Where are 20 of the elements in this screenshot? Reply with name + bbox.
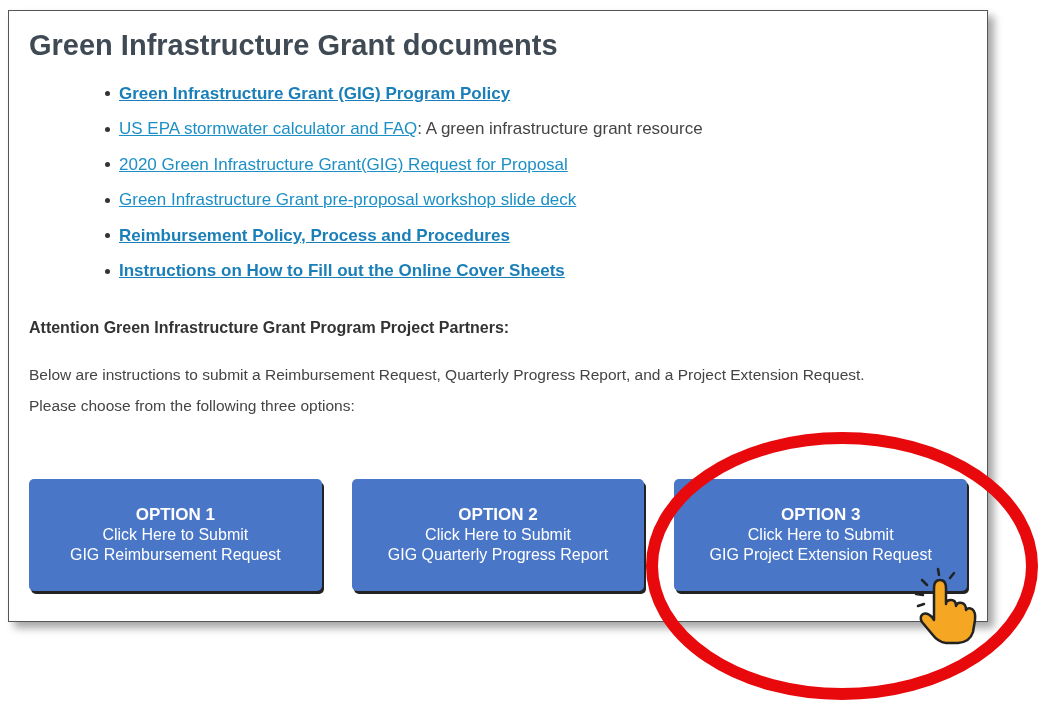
bullet-icon — [105, 91, 110, 97]
page-heading: Green Infrastructure Grant documents — [29, 29, 559, 62]
option-button[interactable]: OPTION 2 Click Here to Submit GIG Quarterly Progress Report — [351, 479, 645, 591]
bullet-icon — [105, 268, 110, 274]
document-link[interactable]: Green Infrastructure Grant (GIG) Program Policy — [119, 83, 511, 104]
link-description: : A green infrastructure grant resource — [417, 119, 703, 140]
bullet-icon — [105, 162, 110, 168]
bullet-icon — [105, 197, 110, 203]
bullet-icon — [105, 233, 110, 239]
document-link[interactable]: 2020 Green Infrastructure Grant(GIG) Request for Proposal — [119, 154, 568, 175]
instruction-text: Please choose from the following three options: — [29, 396, 356, 416]
option-button[interactable]: OPTION 1 Click Here to Submit GIG Reimbursement Request — [29, 479, 322, 591]
document-link[interactable]: Green Infrastructure Grant pre-proposal workshop slide deck — [119, 190, 577, 211]
document-link[interactable]: US EPA stormwater calculator and FAQ — [119, 119, 418, 140]
attention-heading: Attention Green Infrastructure Grant Program Project Partners: — [29, 319, 511, 337]
document-link[interactable]: Reimbursement Policy, Process and Procedures — [119, 225, 510, 246]
document-link[interactable]: Instructions on How to Fill out the Online Cover Sheets — [119, 261, 565, 282]
instruction-text: Below are instructions to submit a Reimbursement Request, Quarterly Progress Report, and a Project Extension Request. — [29, 365, 866, 385]
option-button[interactable]: OPTION 3 Click Here to Submit GIG Project Extension Request — [674, 479, 967, 591]
bullet-icon — [105, 126, 110, 132]
